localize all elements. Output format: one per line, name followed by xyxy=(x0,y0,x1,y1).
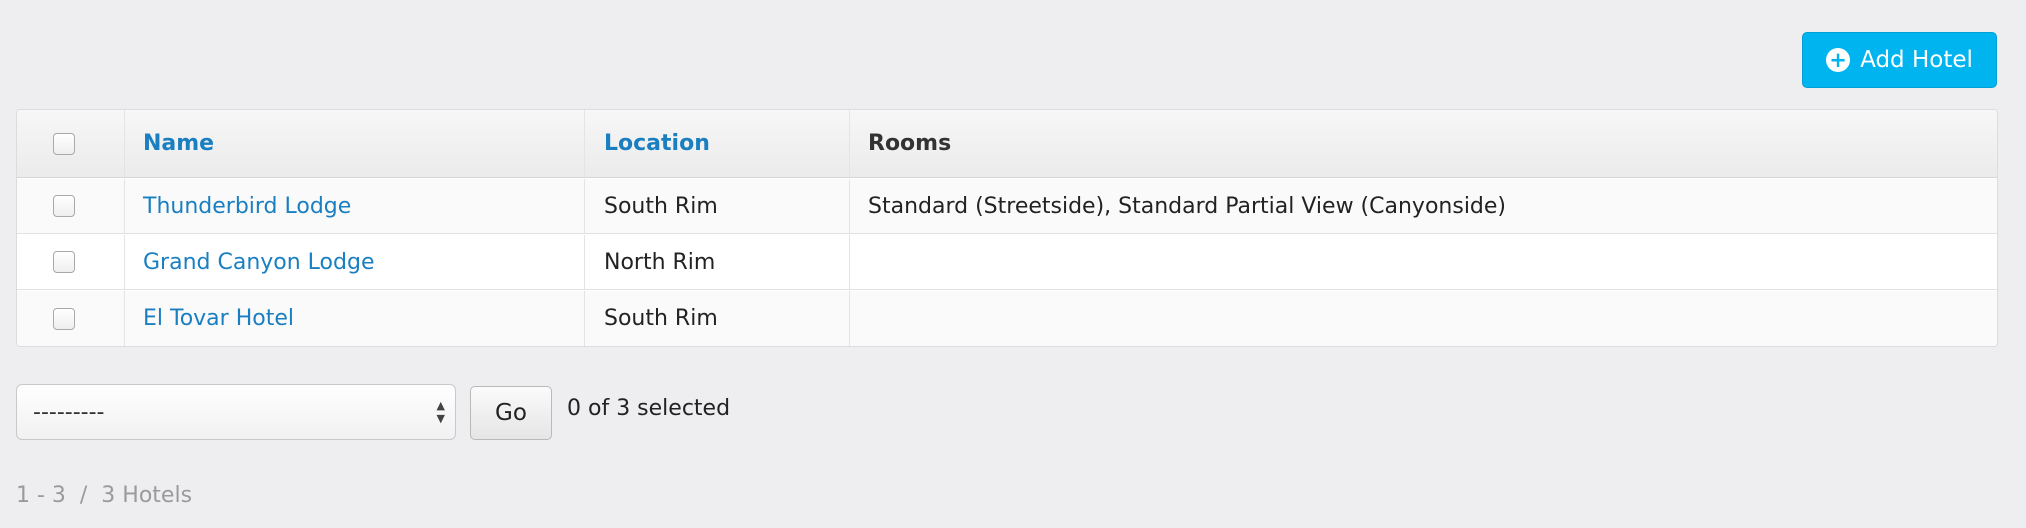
hotel-name-cell: Grand Canyon Lodge xyxy=(125,235,585,289)
hotel-location-cell: North Rim xyxy=(585,235,850,289)
hotel-name-cell: El Tovar Hotel xyxy=(125,291,585,346)
select-arrows-icon: ▲ ▼ xyxy=(436,399,445,425)
column-header-rooms: Rooms xyxy=(850,110,1997,177)
column-header-location[interactable]: Location xyxy=(585,110,850,177)
select-all-cell xyxy=(17,110,125,177)
plus-circle-icon: + xyxy=(1826,48,1851,72)
selection-counter: 0 of 3 selected xyxy=(567,396,731,421)
paginator: 1 - 3 / 3 Hotels xyxy=(16,483,193,508)
select-all-checkbox[interactable] xyxy=(52,132,75,155)
add-hotel-button[interactable]: + Add Hotel xyxy=(1802,32,1997,88)
row-select-cell xyxy=(17,291,125,346)
row-select-cell xyxy=(17,179,125,233)
hotel-list-page: + Add Hotel Name Location Rooms Thunderb… xyxy=(0,0,2026,528)
column-header-name[interactable]: Name xyxy=(125,110,585,177)
rooms-header-label: Rooms xyxy=(868,131,952,156)
hotel-name-cell: Thunderbird Lodge xyxy=(125,179,585,233)
hotel-location-cell: South Rim xyxy=(585,291,850,346)
hotel-rooms-cell: Standard (Streetside), Standard Partial … xyxy=(868,193,1507,219)
hotels-table: Name Location Rooms Thunderbird Lodge So… xyxy=(16,109,1998,347)
bulk-action-value: --------- xyxy=(33,399,105,425)
go-button[interactable]: Go xyxy=(470,386,552,440)
row-checkbox[interactable] xyxy=(52,251,75,273)
table-row: Grand Canyon Lodge North Rim xyxy=(17,235,1997,290)
table-header-row: Name Location Rooms xyxy=(17,110,1997,178)
name-sort-link[interactable]: Name xyxy=(143,131,214,156)
hotel-rooms-cell xyxy=(850,291,1997,346)
hotel-name-link[interactable]: Grand Canyon Lodge xyxy=(143,250,374,275)
hotel-location-cell: South Rim xyxy=(585,179,850,233)
bulk-action-select[interactable]: --------- ▲ ▼ xyxy=(16,384,456,440)
add-hotel-label: Add Hotel xyxy=(1860,47,1973,73)
table-row: El Tovar Hotel South Rim xyxy=(17,291,1997,346)
row-checkbox[interactable] xyxy=(52,195,75,217)
hotel-name-link[interactable]: Thunderbird Lodge xyxy=(143,194,351,219)
location-sort-link[interactable]: Location xyxy=(604,131,710,156)
row-select-cell xyxy=(17,235,125,289)
table-row: Thunderbird Lodge South Rim Standard (St… xyxy=(17,179,1997,234)
row-checkbox[interactable] xyxy=(52,307,75,330)
hotel-rooms-cell xyxy=(850,235,1997,289)
hotel-name-link[interactable]: El Tovar Hotel xyxy=(143,306,294,331)
